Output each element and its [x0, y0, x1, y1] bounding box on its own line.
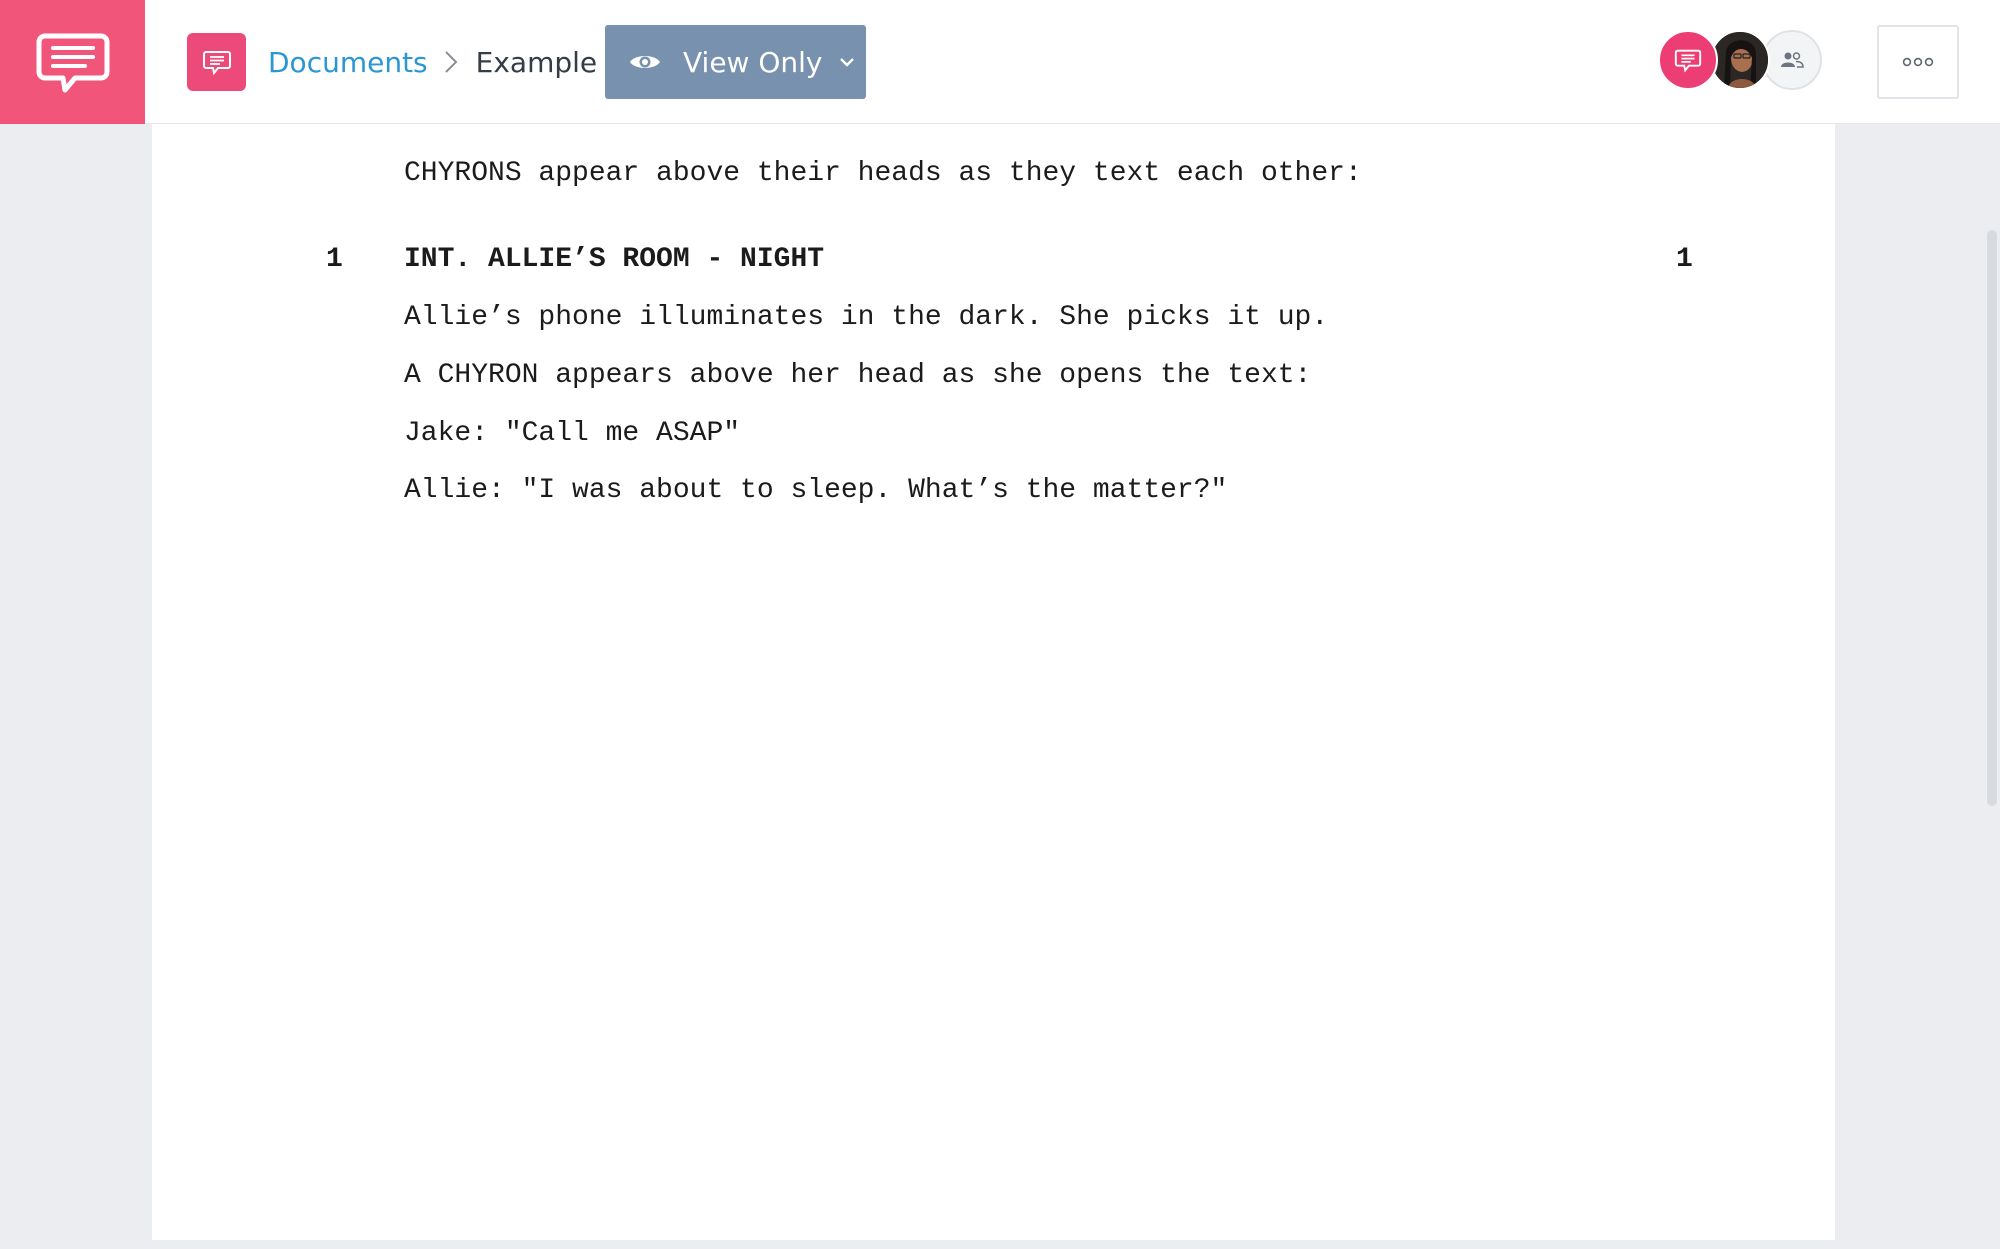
more-options-button[interactable]	[1877, 25, 1959, 99]
scene-heading: INT. ALLIE’S ROOM - NIGHT	[404, 244, 825, 275]
user-avatar[interactable]	[1710, 30, 1770, 90]
top-bar: Documents Example 3 View Only	[0, 0, 2000, 124]
speech-bubble-icon	[202, 51, 231, 76]
speech-bubble-lines-icon	[36, 33, 109, 93]
script-page: CHYRONS appear above their heads as they…	[152, 124, 1835, 1240]
scrollbar-thumb[interactable]	[1987, 230, 1997, 806]
chevron-right-icon	[444, 50, 458, 74]
breadcrumb: Documents Example 3	[268, 40, 624, 84]
app-logo[interactable]	[0, 0, 145, 124]
scene-number-right: 1	[1676, 244, 1693, 275]
action-line: Allie’s phone illuminates in the dark. S…	[404, 302, 1329, 333]
scene-number-left: 1	[326, 244, 343, 275]
view-mode-dropdown[interactable]: View Only	[605, 25, 866, 99]
action-line: Jake: "Call me ASAP"	[404, 418, 741, 449]
user-photo	[1712, 32, 1768, 88]
breadcrumb-documents-link[interactable]: Documents	[268, 46, 428, 79]
more-dots-icon	[1902, 57, 1934, 67]
breadcrumb-current-document: Example 3	[475, 45, 624, 79]
eye-icon	[629, 51, 661, 73]
chevron-down-icon	[838, 56, 856, 68]
view-mode-label: View Only	[683, 45, 823, 79]
app-avatar[interactable]	[1658, 30, 1718, 90]
speech-bubble-icon	[1674, 49, 1702, 73]
share-users-button[interactable]	[1762, 30, 1822, 90]
users-icon	[1781, 52, 1804, 68]
action-line: Allie: "I was about to sleep. What’s the…	[404, 475, 1228, 506]
document-icon-button[interactable]	[187, 33, 246, 91]
action-line: A CHYRON appears above her head as she o…	[404, 360, 1312, 391]
action-line: CHYRONS appear above their heads as they…	[404, 158, 1362, 189]
